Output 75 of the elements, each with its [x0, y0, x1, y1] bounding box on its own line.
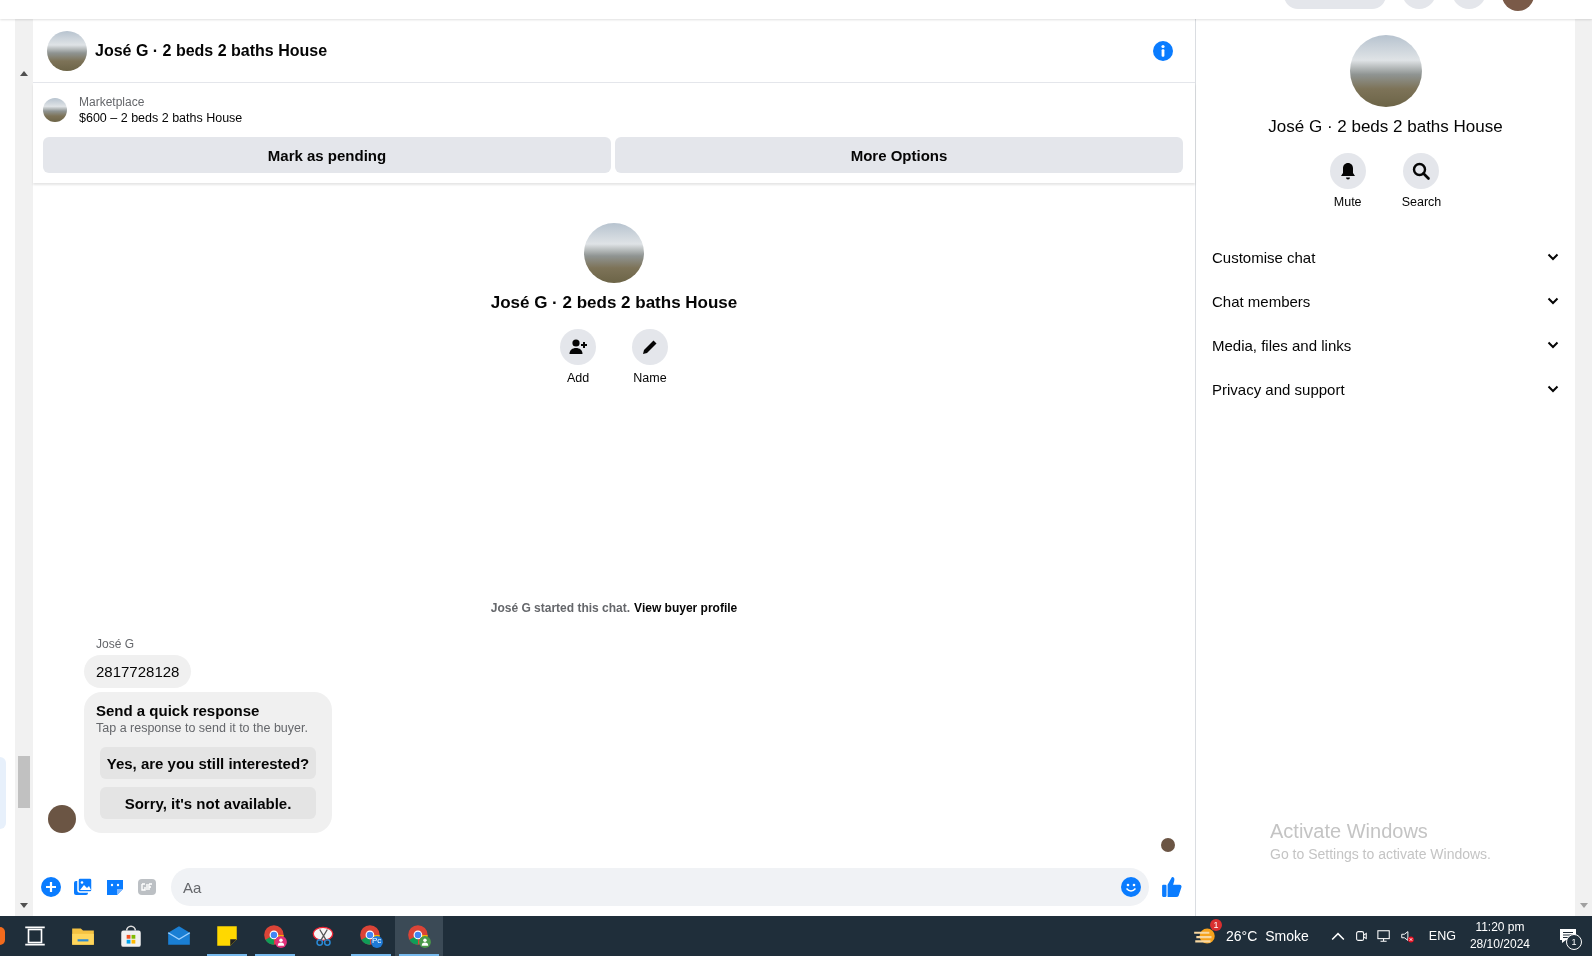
- quick-response-title: Send a quick response: [96, 702, 260, 719]
- network-icon[interactable]: [1376, 929, 1391, 943]
- image-icon[interactable]: [73, 877, 93, 897]
- listing-source: Marketplace: [79, 95, 146, 109]
- listing-action-button[interactable]: More Options: [615, 137, 1183, 173]
- sticker-icon[interactable]: [105, 877, 125, 897]
- thumbs-up-icon[interactable]: [1161, 876, 1183, 898]
- weather-badge: 1: [1210, 919, 1222, 931]
- app-icon-edge: [0, 927, 5, 945]
- side-panel-edge: [0, 757, 6, 829]
- running-indicator: [351, 954, 391, 956]
- emoji-icon[interactable]: [1121, 877, 1141, 897]
- collapsible-section[interactable]: Media, files and links: [1212, 323, 1559, 367]
- chat-title: José G · 2 beds 2 baths House: [95, 41, 328, 60]
- chevron-down-icon: [1547, 385, 1559, 393]
- listing-thumbnail: [43, 98, 67, 122]
- app-badge-text: Pc: [372, 936, 382, 945]
- shopping-bag-icon: [118, 923, 144, 949]
- action-label: Mute: [1333, 195, 1362, 209]
- chat-started-text: José G started this chat.: [490, 601, 631, 615]
- action-label: Search: [1401, 195, 1442, 209]
- scrollbar[interactable]: [15, 19, 33, 916]
- activation-notice-text: Go to Settings to activate Windows.: [1270, 846, 1492, 862]
- chevron-down-icon: [1547, 253, 1559, 261]
- notification-count: 1: [1566, 934, 1582, 950]
- details-title: José G · 2 beds 2 baths House: [1268, 117, 1503, 137]
- taskbar-app-button[interactable]: Pc: [347, 916, 395, 956]
- browser-icon: [262, 923, 288, 949]
- scroll-up-icon[interactable]: [20, 71, 28, 76]
- listing-title: $600 – 2 beds 2 baths House: [79, 111, 243, 125]
- running-indicator: [207, 954, 247, 956]
- mute-button[interactable]: [1329, 153, 1366, 189]
- scroll-down-icon[interactable]: [20, 903, 28, 908]
- volume-muted-icon[interactable]: [1399, 929, 1414, 943]
- quick-response-option[interactable]: Sorry, it's not available.: [100, 787, 316, 819]
- collapsible-section[interactable]: Privacy and support: [1212, 367, 1559, 411]
- message-bubble: 2817728128: [84, 655, 192, 688]
- quick-response-option[interactable]: Yes, are you still interested?: [100, 747, 316, 779]
- action-label: Add: [566, 371, 590, 385]
- read-receipt-avatar: [1161, 838, 1175, 852]
- sticky-note-icon: [214, 923, 240, 949]
- sender-name: José G: [95, 637, 134, 651]
- chevron-down-icon: [1547, 297, 1559, 305]
- browser-icon: [358, 923, 384, 949]
- action-label: Name: [633, 371, 667, 385]
- intro-title: José G · 2 beds 2 baths House: [490, 293, 738, 313]
- view-buyer-profile-link[interactable]: View buyer profile: [634, 601, 738, 615]
- quick-response-subtitle: Tap a response to send it to the buyer.: [96, 721, 308, 735]
- scroll-thumb[interactable]: [18, 756, 30, 808]
- search-button[interactable]: [1403, 153, 1440, 189]
- notification-center-button[interactable]: 1: [1548, 916, 1588, 956]
- camera-icon[interactable]: [1353, 929, 1368, 943]
- chevron-down-icon: [1547, 341, 1559, 349]
- collapsible-section[interactable]: Customise chat: [1212, 235, 1559, 279]
- sender-avatar: [48, 805, 76, 833]
- search-icon: [1411, 161, 1432, 181]
- add-person-button[interactable]: [560, 329, 596, 365]
- edit-name-button[interactable]: [632, 329, 668, 365]
- taskbar-app-button[interactable]: [395, 916, 443, 956]
- avatar: [47, 30, 87, 71]
- scrollbar[interactable]: [1575, 19, 1592, 916]
- add-person-icon: [568, 337, 588, 357]
- listing-action-button[interactable]: Mark as pending: [43, 137, 611, 173]
- language-indicator[interactable]: ENG: [1428, 929, 1456, 943]
- activation-notice-title: Activate Windows: [1270, 820, 1429, 843]
- browser-icon: [406, 923, 432, 949]
- collapsible-section[interactable]: Chat members: [1212, 279, 1559, 323]
- info-icon[interactable]: [1153, 40, 1173, 61]
- weather-widget[interactable]: 1 26°C Smoke: [1192, 916, 1309, 956]
- message-input[interactable]: Aa: [171, 868, 1149, 906]
- running-indicator: [399, 954, 439, 956]
- clock[interactable]: 11:20 pm 28/10/2024: [1469, 916, 1530, 956]
- avatar: [584, 223, 644, 283]
- plus-icon[interactable]: [41, 877, 61, 897]
- running-indicator: [255, 954, 295, 956]
